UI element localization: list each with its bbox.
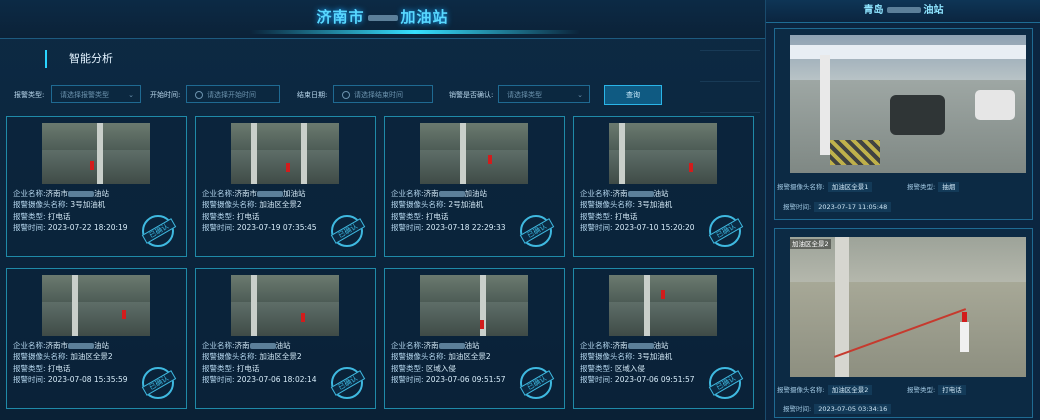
alarm-snapshot[interactable] xyxy=(609,123,717,184)
alarm-snapshot[interactable] xyxy=(231,275,339,336)
confirmed-stamp-icon: 已确认 xyxy=(330,215,366,247)
alarm-type-label: 报警类型: xyxy=(14,91,45,99)
camera-row: 报警摄像头名称: 3号加油机 xyxy=(580,200,673,210)
time-row: 报警时间: 2023-07-22 18:20:19 xyxy=(13,222,128,232)
company-row: 企业名称:济南市 加油站 xyxy=(202,189,306,198)
right-panel: 青岛 油站 报警摄像头名称: 加油区全景1 报警类型: 抽烟 报警时间: 2023-07… xyxy=(765,0,1040,420)
confirm-select[interactable]: 请选择类型 ⌄ xyxy=(498,85,590,103)
camera-row: 报警摄像头名称: 2号加油机 xyxy=(391,200,484,210)
right-title: 青岛 油站 xyxy=(766,0,1040,23)
alarm-info: 企业名称:济南 油站报警摄像头名称: 加油区全景2 报警类型: 打电话 报警时间: 2… xyxy=(202,340,317,385)
camera-row: 报警摄像头名称: 加油区全景2 xyxy=(202,352,302,362)
right-camera-row-2: 报警摄像头名称: 加油区全景2 xyxy=(777,384,873,395)
start-time-input[interactable]: 请选择开始时间 xyxy=(186,85,280,103)
alarm-card[interactable]: 企业名称:济南 加油站 报警摄像头名称: 2号加油机 报警类型: 打电话 报警时间: 2… xyxy=(384,116,565,257)
clock-icon xyxy=(195,91,203,99)
chevron-down-icon: ⌄ xyxy=(577,91,583,99)
right-alarm-panel-1[interactable]: 报警摄像头名称: 加油区全景1 报警类型: 抽烟 报警时间: 2023-07-17 1… xyxy=(774,28,1033,220)
end-date-label: 结束日期: xyxy=(297,91,328,99)
confirmed-stamp-icon: 已确认 xyxy=(708,215,744,247)
company-row: 企业名称:济南市 油站 xyxy=(13,341,110,350)
time-row: 报警时间: 2023-07-10 15:20:20 xyxy=(580,222,695,232)
top-header: 济南市 加油站 xyxy=(0,0,765,39)
right-alarm-panel-2[interactable]: 加油区全景2 报警摄像头名称: 加油区全景2 报警类型: 打电话 报警时间: 2023… xyxy=(774,228,1033,418)
right-camera-row-1: 报警摄像头名称: 加油区全景1 xyxy=(777,181,873,192)
alarm-snapshot[interactable] xyxy=(420,123,528,184)
company-row: 企业名称:济南 油站 xyxy=(580,341,669,350)
time-row: 报警时间: 2023-07-06 09:51:57 xyxy=(580,374,695,384)
company-row: 企业名称:济南 油站 xyxy=(580,189,669,198)
confirmed-stamp-icon: 已确认 xyxy=(141,215,177,247)
alarm-type-select[interactable]: 请选择报警类型 ⌄ xyxy=(51,85,141,103)
confirmed-stamp-icon: 已确认 xyxy=(708,367,744,399)
company-row: 企业名称:济南 油站 xyxy=(391,341,480,350)
type-row: 报警类型: 打电话 xyxy=(202,211,260,221)
alarm-info: 企业名称:济南 油站 报警摄像头名称: 3号加油机 报警类型: 区域入侵 报警时间: 2… xyxy=(580,340,695,385)
chevron-down-icon: ⌄ xyxy=(128,91,134,99)
alarm-info: 企业名称:济南 油站 报警摄像头名称: 3号加油机 报警类型: 打电话 报警时间: 20… xyxy=(580,188,695,233)
right-type-row-1: 报警类型: 抽烟 xyxy=(907,181,960,192)
end-time-input[interactable]: 请选择结束时间 xyxy=(333,85,433,103)
type-row: 报警类型: 打电话 xyxy=(202,363,260,373)
camera-row: 报警摄像头名称: 加油区全景2 xyxy=(13,352,113,362)
confirmed-stamp-icon: 已确认 xyxy=(519,215,555,247)
type-row: 报警类型: 区域入侵 xyxy=(580,363,645,373)
camera-row: 报警摄像头名称: 加油区全景2 xyxy=(391,352,491,362)
alarm-card[interactable]: 企业名称:济南市 油站 报警摄像头名称: 3号加油机 报警类型: 打电话 报警时间: 2… xyxy=(6,116,187,257)
page-title: 济南市 加油站 xyxy=(316,8,449,26)
right-time-row-2: 报警时间: 2023-07-05 03:34:16 xyxy=(783,403,892,414)
confirmed-stamp-icon: 已确认 xyxy=(519,367,555,399)
type-row: 报警类型: 打电话 xyxy=(580,211,638,221)
right-type-row-2: 报警类型: 打电话 xyxy=(907,384,966,395)
ghost-item xyxy=(700,51,760,82)
alarm-info: 企业名称:济南市 油站 报警摄像头名称: 加油区全景2 报警类型: 打电话 报警时间: … xyxy=(13,340,128,385)
side-ghost-menu xyxy=(700,20,760,120)
company-row: 企业名称:济南 加油站 xyxy=(391,189,488,198)
time-row: 报警时间: 2023-07-08 15:35:59 xyxy=(13,374,128,384)
type-row: 报警类型: 打电话 xyxy=(13,363,71,373)
confirmed-stamp-icon: 已确认 xyxy=(141,367,177,399)
filter-bar: 报警类型: 请选择报警类型 ⌄ 开始时间: 请选择开始时间 结束日期: 请选择结束… xyxy=(0,85,765,105)
alarm-card[interactable]: 企业名称:济南 油站报警摄像头名称: 加油区全景2 报警类型: 区域入侵 报警时间: … xyxy=(384,268,565,409)
ghost-item xyxy=(700,20,760,51)
camera-overlay-label: 加油区全景2 xyxy=(790,239,831,249)
alarm-info: 企业名称:济南 油站报警摄像头名称: 加油区全景2 报警类型: 区域入侵 报警时间: … xyxy=(391,340,506,385)
alarm-card[interactable]: 企业名称:济南市 加油站 报警摄像头名称: 加油区全景2 报警类型: 打电话 报警时间:… xyxy=(195,116,376,257)
type-row: 报警类型: 打电话 xyxy=(391,211,449,221)
camera-row: 报警摄像头名称: 加油区全景2 xyxy=(202,200,302,210)
start-time-label: 开始时间: xyxy=(150,91,181,99)
alarm-snapshot[interactable] xyxy=(420,275,528,336)
type-row: 报警类型: 打电话 xyxy=(13,211,71,221)
section-title: 智能分析 xyxy=(45,50,113,68)
alarm-snapshot[interactable] xyxy=(42,123,150,184)
camera-snapshot-1[interactable] xyxy=(790,35,1026,173)
time-row: 报警时间: 2023-07-06 18:02:14 xyxy=(202,374,317,384)
company-row: 企业名称:济南 油站 xyxy=(202,341,291,350)
alarm-snapshot[interactable] xyxy=(231,123,339,184)
clock-icon xyxy=(342,91,350,99)
camera-row: 报警摄像头名称: 3号加油机 xyxy=(13,200,106,210)
alarm-card[interactable]: 企业名称:济南市 油站 报警摄像头名称: 加油区全景2 报警类型: 打电话 报警时间: … xyxy=(6,268,187,409)
right-time-row-1: 报警时间: 2023-07-17 11:05:48 xyxy=(783,201,892,212)
company-row: 企业名称:济南市 油站 xyxy=(13,189,110,198)
query-button[interactable]: 查询 xyxy=(604,85,662,105)
alarm-info: 企业名称:济南市 加油站 报警摄像头名称: 加油区全景2 报警类型: 打电话 报警时间:… xyxy=(202,188,317,233)
alarm-snapshot[interactable] xyxy=(609,275,717,336)
alarm-info: 企业名称:济南 加油站 报警摄像头名称: 2号加油机 报警类型: 打电话 报警时间: 2… xyxy=(391,188,506,233)
alarm-info: 企业名称:济南市 油站 报警摄像头名称: 3号加油机 报警类型: 打电话 报警时间: 2… xyxy=(13,188,128,233)
time-row: 报警时间: 2023-07-19 07:35:45 xyxy=(202,222,317,232)
confirm-label: 销警是否确认: xyxy=(449,91,494,99)
alarm-card[interactable]: 企业名称:济南 油站 报警摄像头名称: 3号加油机 报警类型: 区域入侵 报警时间: 2… xyxy=(573,268,754,409)
time-row: 报警时间: 2023-07-06 09:51:57 xyxy=(391,374,506,384)
alarm-snapshot[interactable] xyxy=(42,275,150,336)
alarm-card[interactable]: 企业名称:济南 油站报警摄像头名称: 加油区全景2 报警类型: 打电话 报警时间: 2… xyxy=(195,268,376,409)
alarm-card[interactable]: 企业名称:济南 油站 报警摄像头名称: 3号加油机 报警类型: 打电话 报警时间: 20… xyxy=(573,116,754,257)
confirmed-stamp-icon: 已确认 xyxy=(330,367,366,399)
time-row: 报警时间: 2023-07-18 22:29:33 xyxy=(391,222,506,232)
type-row: 报警类型: 区域入侵 xyxy=(391,363,456,373)
camera-snapshot-2[interactable]: 加油区全景2 xyxy=(790,237,1026,377)
main-area: 济南市 加油站 智能分析 报警类型: 请选择报警类型 ⌄ 开始时间: 请选择开始时间… xyxy=(0,0,765,420)
camera-row: 报警摄像头名称: 3号加油机 xyxy=(580,352,673,362)
header-glow-line xyxy=(250,30,580,34)
